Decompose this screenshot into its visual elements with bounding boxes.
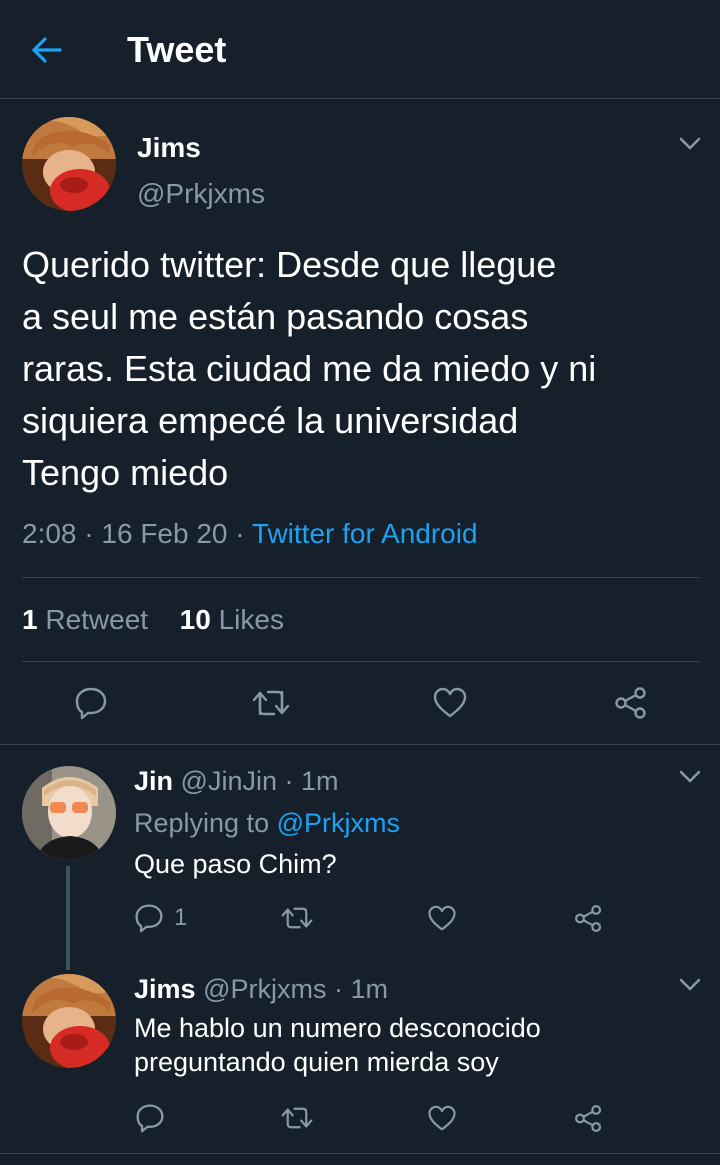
like-button[interactable] (425, 680, 475, 726)
retweet-label: Retweet (45, 604, 149, 635)
reply-author-name[interactable]: Jin (134, 766, 173, 796)
reply-menu-button[interactable] (676, 975, 704, 995)
speech-bubble-icon (135, 904, 163, 933)
avatar[interactable] (22, 766, 116, 860)
reply-time: 1m (301, 766, 339, 796)
author-name[interactable]: Jims (137, 132, 201, 164)
retweet-icon (281, 1107, 313, 1129)
tweet-text-line: Tengo miedo (22, 452, 229, 493)
reply-count: 1 (174, 904, 188, 931)
retweet-button[interactable] (275, 898, 319, 938)
share-button[interactable] (566, 1098, 610, 1138)
retweets-stat[interactable]: 1 Retweet (22, 604, 156, 635)
share-icon (574, 904, 601, 932)
reply-menu-button[interactable] (676, 767, 704, 787)
replying-to-link[interactable]: @Prkjxms (277, 808, 400, 838)
share-icon (615, 687, 646, 719)
like-button[interactable] (420, 898, 464, 938)
tweet-source-link[interactable]: Twitter for Android (252, 518, 478, 549)
tweet-text-line: a seul me están pasando cosas (22, 296, 529, 337)
retweet-icon (281, 907, 313, 929)
chevron-down-icon (679, 978, 701, 991)
reply-text-line: Me hablo un numero desconocido (134, 1013, 541, 1043)
retweet-button[interactable] (275, 1098, 319, 1138)
like-count: 10 (179, 604, 211, 635)
reply-time: 1m (350, 974, 388, 1004)
tweet-text: Querido twitter: Desde que llegue a seul … (22, 239, 712, 499)
like-button[interactable] (420, 1098, 464, 1138)
tweet-text-line: raras. Esta ciudad me da miedo y ni (22, 348, 597, 389)
tweet-menu-button[interactable] (676, 134, 704, 154)
meta-separator: · (84, 518, 102, 549)
avatar[interactable] (22, 117, 116, 211)
page-title: Tweet (127, 29, 227, 70)
top-bar (0, 0, 720, 99)
reply-button[interactable] (66, 680, 116, 726)
tweet-text-line: siquiera empecé la universidad (22, 400, 519, 441)
reply-author-handle[interactable]: @Prkjxms (203, 974, 326, 1004)
reply-text: Que paso Chim? (134, 849, 337, 879)
share-button[interactable] (566, 898, 610, 938)
reply-author-handle[interactable]: @JinJin (181, 766, 277, 796)
tweet-date: 16 Feb 20 (101, 518, 228, 549)
reply-author-name[interactable]: Jims (134, 974, 196, 1004)
avatar-image (22, 117, 116, 211)
divider (0, 744, 720, 745)
retweet-button[interactable] (246, 680, 296, 726)
author-handle[interactable]: @Prkjxms (137, 178, 265, 210)
tweet-text-line: Querido twitter: Desde que llegue (22, 244, 557, 285)
speech-bubble-icon (136, 1104, 164, 1133)
avatar-image (22, 974, 116, 1068)
arrow-left-icon (32, 37, 62, 63)
likes-stat[interactable]: 10 Likes (180, 604, 284, 635)
thread-line (66, 866, 70, 970)
replying-to: Replying to @Prkjxms (134, 806, 400, 840)
reply-text-line: preguntando quien mierda soy (134, 1047, 499, 1077)
back-button[interactable] (22, 26, 72, 74)
share-icon (574, 1104, 601, 1132)
meta-separator: · (235, 518, 252, 549)
heart-icon (433, 687, 467, 718)
tweet-meta: 2:08 · 16 Feb 20 · Twitter for Android (22, 518, 478, 550)
retweet-icon (252, 690, 290, 716)
reply-header: Jin @JinJin · 1m (134, 764, 339, 798)
like-label: Likes (218, 604, 284, 635)
meta-separator: · (284, 766, 301, 796)
chevron-down-icon (679, 770, 701, 783)
chevron-down-icon (679, 137, 701, 150)
divider (22, 661, 700, 662)
replying-to-prefix: Replying to (134, 808, 270, 838)
reply-text: Me hablo un numero desconocido preguntand… (134, 1011, 694, 1079)
retweet-count: 1 (22, 604, 38, 635)
avatar-image (22, 766, 116, 860)
tweet-stats: 1 Retweet 10 Likes (22, 604, 284, 636)
tweet-time: 2:08 (22, 518, 77, 549)
divider (0, 1153, 720, 1154)
reply-text-block: Me hablo un numero desconocido preguntand… (134, 1011, 694, 1079)
divider (22, 577, 700, 578)
reply-button[interactable] (128, 1098, 172, 1138)
heart-icon (428, 905, 456, 930)
share-button[interactable] (606, 680, 656, 726)
heart-icon (428, 1105, 456, 1130)
avatar[interactable] (22, 974, 116, 1068)
reply-header: Jims @Prkjxms · 1m (134, 972, 388, 1006)
reply-button[interactable]: 1 (128, 898, 198, 938)
speech-bubble-icon (75, 687, 107, 720)
meta-separator: · (333, 974, 351, 1004)
